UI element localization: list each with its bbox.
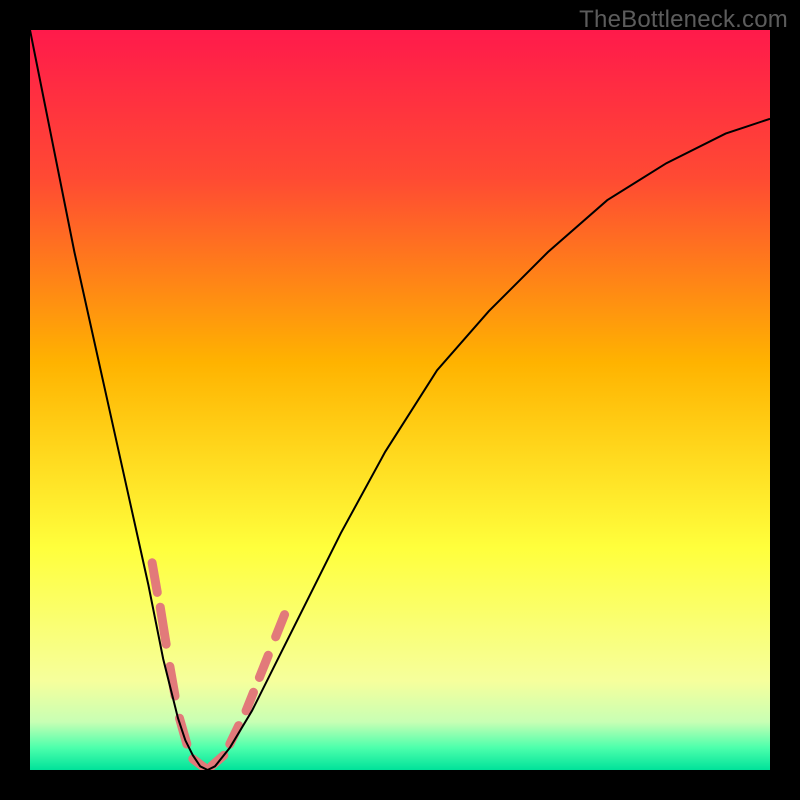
gradient-background bbox=[30, 30, 770, 770]
dash-marker bbox=[152, 563, 157, 593]
dash-marker bbox=[160, 607, 166, 644]
chart-svg bbox=[30, 30, 770, 770]
watermark-text: TheBottleneck.com bbox=[579, 6, 788, 34]
chart-frame bbox=[30, 30, 770, 770]
